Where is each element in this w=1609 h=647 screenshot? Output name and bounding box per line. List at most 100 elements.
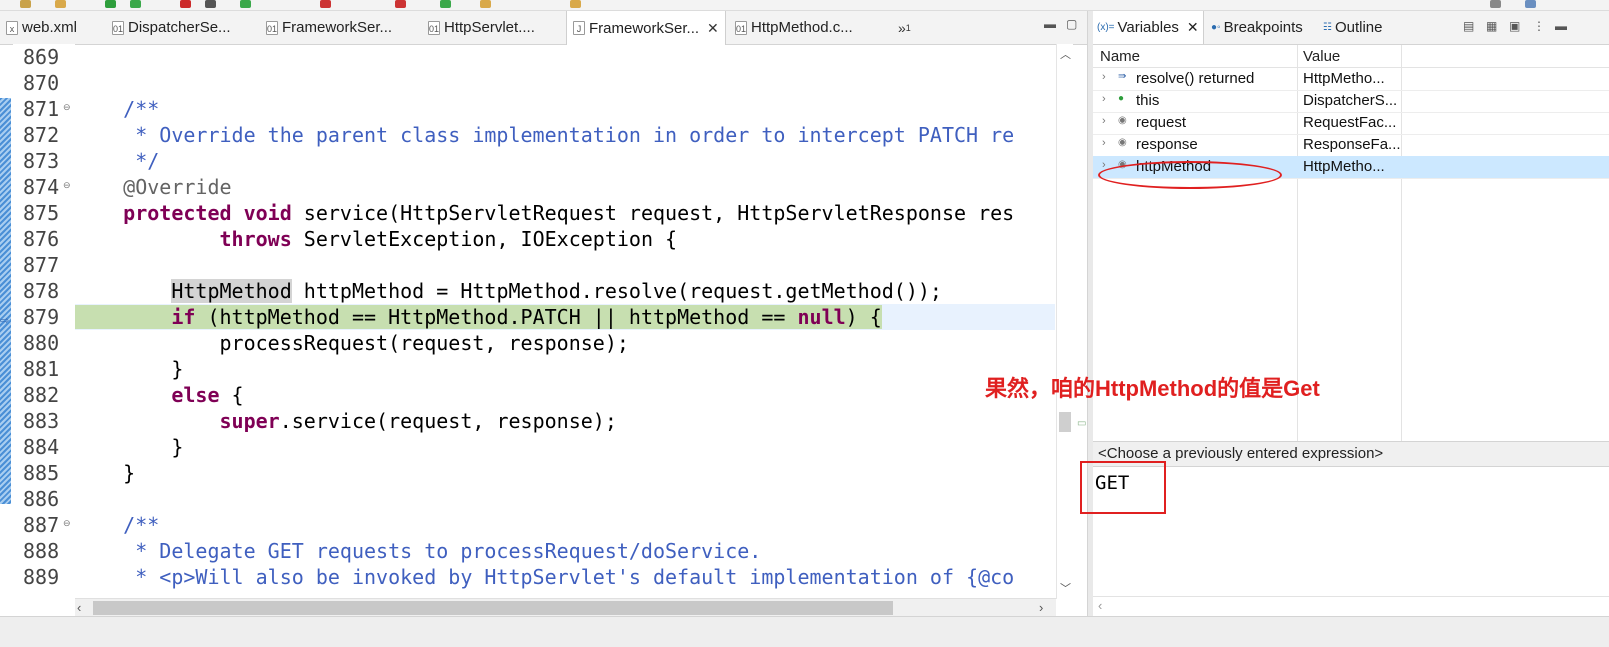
code-line: * <p>Will also be invoked by HttpServlet…: [75, 564, 1055, 590]
code-line: * Delegate GET requests to processReques…: [75, 538, 1055, 564]
expand-chevron-icon[interactable]: ›: [1102, 93, 1106, 105]
scrollbar-thumb[interactable]: [1059, 412, 1071, 432]
occurrence-gutter: [0, 98, 11, 504]
perspective-icon[interactable]: [1525, 0, 1536, 8]
line-number: 869: [23, 45, 60, 69]
maximize-icon[interactable]: ▢: [1066, 17, 1077, 31]
scroll-up-icon[interactable]: ︿: [1060, 46, 1071, 62]
fold-toggle-icon[interactable]: ⊖: [63, 518, 71, 529]
toolbar-icon[interactable]: [395, 0, 406, 8]
tab-breakpoints[interactable]: ●◦ Breakpoints: [1211, 11, 1303, 44]
fold-toggle-icon[interactable]: ⊖: [63, 180, 71, 191]
code-editor[interactable]: /** * Override the parent class implemen…: [75, 44, 1055, 599]
toolbar-icon[interactable]: [240, 0, 251, 8]
layout-icon[interactable]: ▣: [1509, 19, 1520, 33]
tab-outline[interactable]: ☷ Outline: [1323, 11, 1383, 44]
sash-handle-icon[interactable]: ▭: [1077, 418, 1086, 429]
keyword: protected void: [123, 201, 292, 225]
view-menu-icon[interactable]: ⋮: [1533, 19, 1545, 33]
keyword: if: [171, 305, 196, 329]
comment-text: /**: [75, 513, 160, 537]
code-text: service(HttpServletRequest request, Http…: [291, 201, 1015, 225]
toolbar-icon[interactable]: [205, 0, 216, 8]
debug-side-panel: (x)= Variables ✕ ●◦ Breakpoints ☷ Outlin…: [1093, 11, 1609, 616]
show-type-names-icon[interactable]: ▦: [1486, 19, 1497, 33]
toolbar-icon[interactable]: [480, 0, 491, 8]
line-number: 881: [23, 357, 60, 381]
terminate-icon[interactable]: [180, 0, 191, 8]
fold-toggle-icon[interactable]: ⊖: [63, 102, 71, 113]
keyword: super: [219, 409, 280, 433]
code-text: processRequest(request, response);: [219, 331, 629, 355]
return-value-icon: ⇛: [1118, 71, 1127, 82]
variable-detail-value[interactable]: GET: [1095, 472, 1129, 494]
line-number: 885: [23, 461, 60, 485]
line-number: 879: [23, 305, 60, 329]
occurrence-highlight: HttpMethod: [171, 279, 292, 303]
code-text: }: [123, 461, 136, 485]
scrollbar-thumb[interactable]: [93, 601, 893, 615]
expand-chevron-icon[interactable]: ›: [1102, 137, 1106, 149]
toolbar-icon[interactable]: [570, 0, 581, 8]
code-text: ServletException, IOException {: [291, 227, 678, 251]
tab-label: web.xml: [22, 19, 78, 36]
scroll-down-icon[interactable]: ﹀: [1060, 580, 1071, 596]
code-text: ) {: [845, 305, 882, 329]
expression-history-dropdown[interactable]: <Choose a previously entered expression>: [1093, 441, 1609, 467]
expand-chevron-icon[interactable]: ›: [1102, 115, 1106, 127]
expression-prompt: <Choose a previously entered expression>: [1098, 445, 1384, 462]
highlight-ellipse: [1098, 161, 1282, 189]
scroll-right-icon[interactable]: ›: [1039, 600, 1043, 615]
minimize-icon[interactable]: ▬: [1044, 17, 1056, 31]
code-line: * Override the parent class implementati…: [75, 122, 1055, 148]
variable-row[interactable]: › ◉ response ResponseFa...: [1093, 134, 1609, 157]
search-icon[interactable]: [1490, 0, 1501, 8]
tab-http-servlet[interactable]: 01 HttpServlet....: [428, 11, 535, 44]
toolbar-icon[interactable]: [20, 0, 31, 8]
expand-chevron-icon[interactable]: ›: [1102, 71, 1106, 83]
detail-horizontal-scrollbar[interactable]: ‹: [1093, 596, 1609, 617]
minimize-icon[interactable]: ▬: [1555, 19, 1567, 33]
code-line: throws ServletException, IOException {: [75, 226, 1055, 252]
tab-http-method[interactable]: 01 HttpMethod.c...: [735, 11, 853, 44]
variable-value: ResponseFa...: [1303, 136, 1401, 153]
toolbar-icon[interactable]: [320, 0, 331, 8]
line-number: 889: [23, 565, 60, 589]
code-line: /**: [75, 96, 1055, 122]
main-toolbar: [0, 0, 1609, 11]
line-number: 870: [23, 71, 60, 95]
tab-variables[interactable]: (x)= Variables ✕: [1093, 11, 1204, 44]
toolbar-icon[interactable]: [440, 0, 451, 8]
tab-overflow-button[interactable]: » 1: [898, 11, 911, 44]
tab-label: Outline: [1334, 19, 1383, 36]
variable-value: HttpMetho...: [1303, 158, 1385, 175]
editor-vertical-scrollbar[interactable]: ︿ ﹀: [1056, 44, 1073, 599]
editor-horizontal-scrollbar[interactable]: ‹ ›: [75, 598, 1056, 617]
toolbar-icon[interactable]: [130, 0, 141, 8]
line-number: 884: [23, 435, 60, 459]
status-bar: [0, 616, 1609, 647]
toolbar-icon[interactable]: [55, 0, 66, 8]
xml-file-icon: x: [6, 20, 18, 35]
field-icon: ●: [1118, 93, 1125, 104]
code-line: }: [75, 460, 1055, 486]
tab-dispatcher-servlet[interactable]: 01 DispatcherSe...: [112, 11, 231, 44]
keyword: throws: [219, 227, 292, 251]
code-line: */: [75, 148, 1055, 174]
resume-icon[interactable]: [105, 0, 116, 8]
variable-row[interactable]: › ◉ request RequestFac...: [1093, 112, 1609, 135]
code-line: }: [75, 356, 1055, 382]
keyword: else: [171, 383, 220, 407]
class-file-icon: 01: [266, 20, 278, 35]
close-icon[interactable]: ✕: [707, 20, 719, 37]
close-icon[interactable]: ✕: [1187, 19, 1199, 36]
tab-framework-servlet-class[interactable]: 01 FrameworkSer...: [266, 11, 392, 44]
scroll-left-icon[interactable]: ‹: [77, 600, 81, 615]
collapse-all-icon[interactable]: ▤: [1463, 19, 1474, 33]
comment-text: */: [75, 149, 160, 173]
scroll-left-icon[interactable]: ‹: [1098, 598, 1102, 613]
tab-web-xml[interactable]: x web.xml: [6, 11, 77, 44]
tab-framework-servlet-active[interactable]: J FrameworkSer... ✕: [566, 11, 726, 45]
variable-row[interactable]: › ● this DispatcherS...: [1093, 90, 1609, 113]
variable-row[interactable]: › ⇛ resolve() returned HttpMetho...: [1093, 68, 1609, 91]
